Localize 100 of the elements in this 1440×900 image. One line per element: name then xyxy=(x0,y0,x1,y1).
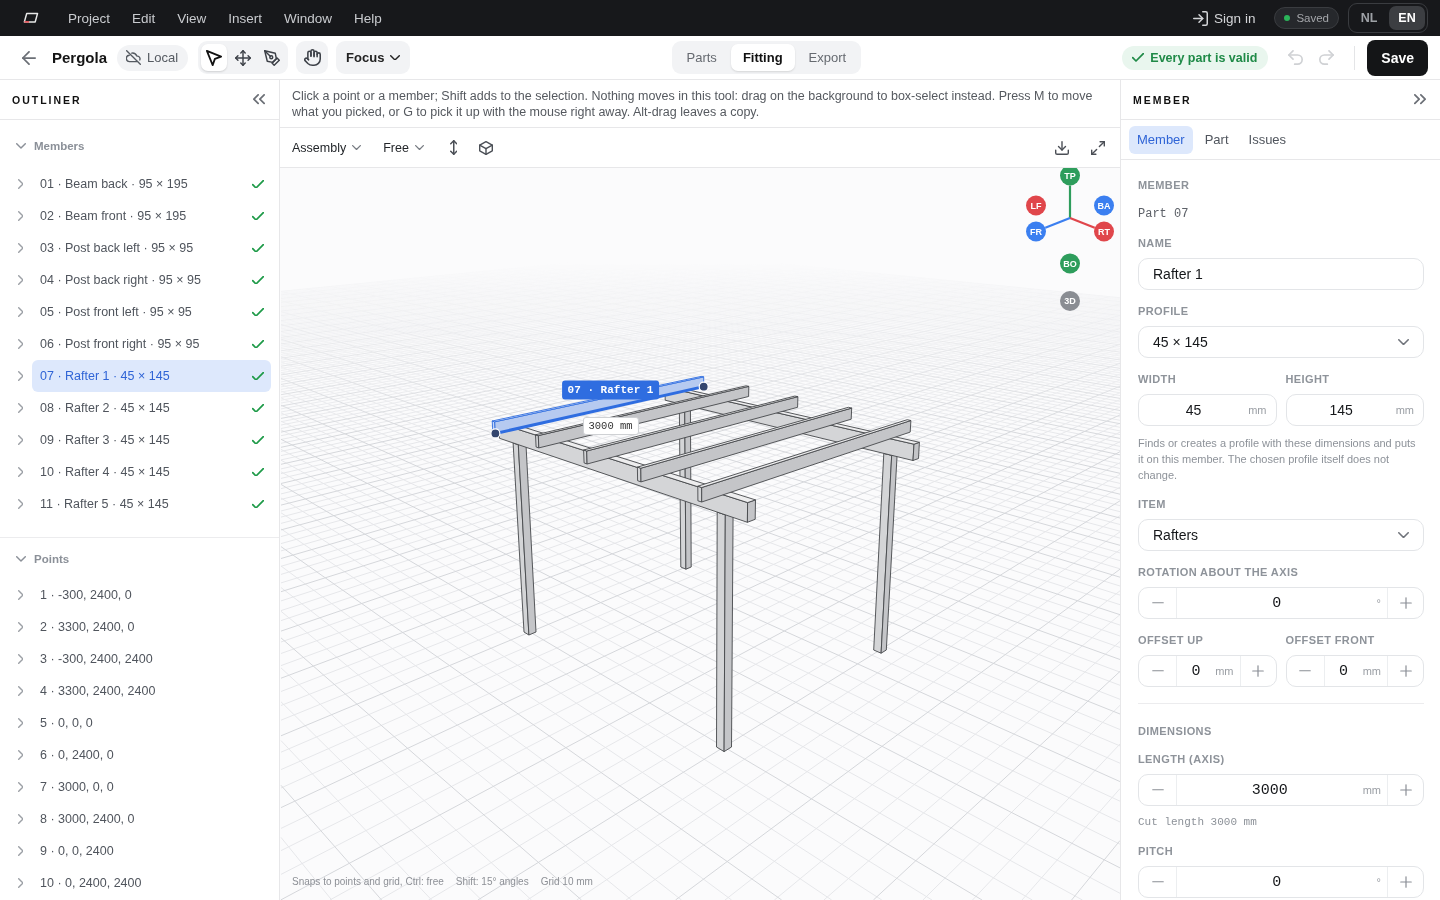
plus-icon xyxy=(1399,784,1412,796)
panel-tab[interactable]: Issues xyxy=(1240,125,1295,154)
menu-item[interactable]: Help xyxy=(354,10,382,26)
outliner-item[interactable]: 8 · 3000, 2400, 0 xyxy=(32,803,271,835)
unit-label: ° xyxy=(1376,876,1382,888)
outliner-item[interactable]: 3 · -300, 2400, 2400 xyxy=(32,643,271,675)
outliner-item[interactable]: 1 · -300, 2400, 0 xyxy=(32,579,271,611)
mode-tab[interactable]: Fitting xyxy=(730,44,795,71)
hand-icon xyxy=(303,49,321,66)
dropdown-field[interactable]: 45 × 145 xyxy=(1138,326,1424,358)
stepper-field[interactable]: 0 ° xyxy=(1138,587,1424,619)
stepper-field[interactable]: 0 mm xyxy=(1138,655,1277,687)
menu-item[interactable]: Insert xyxy=(228,10,263,26)
field-label: NAME xyxy=(1138,236,1173,250)
outliner-item[interactable]: 01 · Beam back · 95 × 195 xyxy=(32,168,271,200)
outliner-item[interactable]: 5 · 0, 0, 0 xyxy=(32,707,271,739)
value-input[interactable]: 3000 xyxy=(1177,781,1363,799)
chevron-down-icon xyxy=(352,144,362,151)
collapse-panel-button[interactable] xyxy=(1414,94,1426,105)
value-input[interactable]: 45 xyxy=(1139,402,1249,418)
fullscreen-button[interactable] xyxy=(1091,140,1105,155)
mode-tab[interactable]: Export xyxy=(796,44,859,71)
value-input[interactable]: 0 xyxy=(1177,873,1377,891)
plus-icon xyxy=(1399,665,1412,677)
dropdown-field[interactable]: Rafters xyxy=(1138,519,1424,551)
plus-icon xyxy=(1399,876,1412,888)
expand-icon xyxy=(1091,140,1105,155)
double-chevron-left-icon xyxy=(253,94,265,105)
outliner-item[interactable]: 08 · Rafter 2 · 45 × 145 xyxy=(32,392,271,424)
outliner-item[interactable]: 10 · Rafter 4 · 45 × 145 xyxy=(32,456,271,488)
view-button[interactable]: FR xyxy=(1026,221,1046,242)
plus-icon xyxy=(1252,665,1264,677)
menu-item[interactable]: Window xyxy=(284,10,333,26)
arrow-left-icon xyxy=(22,50,36,65)
language-button[interactable]: NL xyxy=(1351,6,1387,30)
collapse-panel-button[interactable] xyxy=(253,94,265,105)
outliner-item[interactable]: 06 · Post front right · 95 × 95 xyxy=(32,328,271,360)
box-view-button[interactable] xyxy=(479,140,494,155)
redo-icon xyxy=(1319,50,1335,65)
snap-mode-dropdown[interactable]: Free xyxy=(383,140,424,155)
focus-dropdown[interactable]: Focus xyxy=(336,41,411,74)
field-label: PITCH xyxy=(1138,844,1174,858)
unit-label: mm xyxy=(1395,404,1414,416)
stepper-field[interactable]: 0 mm xyxy=(1285,655,1424,687)
outliner-item[interactable]: 9 · 0, 0, 2400 xyxy=(32,835,271,867)
outliner-item[interactable]: 4 · 3300, 2400, 2400 xyxy=(32,675,271,707)
vertical-axis-button[interactable] xyxy=(449,140,458,155)
pen-tool-icon xyxy=(264,49,281,66)
text-input[interactable]: Rafter 1 xyxy=(1138,258,1424,290)
menu-item[interactable]: View xyxy=(177,10,207,26)
view-mode-dropdown[interactable]: Assembly xyxy=(292,140,362,155)
outliner-item[interactable]: 2 · 3300, 2400, 0 xyxy=(32,611,271,643)
outliner-item[interactable]: 05 · Post front left · 95 × 95 xyxy=(32,296,271,328)
sign-in-button[interactable]: Sign in xyxy=(1193,10,1256,26)
view-button[interactable]: LF xyxy=(1026,195,1046,216)
outliner-item[interactable]: 03 · Post back left · 95 × 95 xyxy=(32,232,271,264)
panel-tab[interactable]: Part xyxy=(1196,125,1237,154)
view-button[interactable]: BA xyxy=(1094,195,1114,216)
unit-label: mm xyxy=(1362,784,1382,796)
outliner-item[interactable]: 09 · Rafter 3 · 45 × 145 xyxy=(32,424,271,456)
sign-in-icon xyxy=(1193,10,1209,26)
mode-tab[interactable]: Parts xyxy=(674,44,729,71)
drag-handle[interactable] xyxy=(698,381,709,392)
value-input[interactable]: 0 xyxy=(1177,594,1377,612)
select-tool-button[interactable] xyxy=(201,44,228,71)
section-heading: DIMENSIONS xyxy=(1138,724,1213,738)
status-hint: Snaps to points and grid, Ctrl: free xyxy=(292,876,444,887)
cut-length-text: Cut length 3000 mm xyxy=(1138,815,1258,830)
back-button[interactable] xyxy=(22,50,36,65)
stepper-field[interactable]: 3000 mm xyxy=(1138,774,1424,806)
number-field[interactable]: 145 mm xyxy=(1285,394,1424,426)
outliner-item[interactable]: 04 · Post back right · 95 × 95 xyxy=(32,264,271,296)
outliner-item[interactable]: 10 · 0, 2400, 2400 xyxy=(32,867,271,899)
outliner-item[interactable]: 07 · Rafter 1 · 45 × 145 xyxy=(32,360,271,392)
drag-handle[interactable] xyxy=(490,428,501,439)
storage-button[interactable]: Local xyxy=(117,44,189,71)
view-button[interactable]: RT xyxy=(1094,221,1114,242)
member-id-text: Part 07 xyxy=(1138,206,1190,222)
save-button[interactable]: Save xyxy=(1367,39,1428,76)
menu-item[interactable]: Edit xyxy=(132,10,156,26)
field-label: ITEM xyxy=(1138,497,1167,511)
outliner-item[interactable]: 11 · Rafter 5 · 45 × 145 xyxy=(32,488,271,520)
panel-tab[interactable]: Member xyxy=(1129,125,1193,154)
value-input[interactable]: 145 xyxy=(1286,402,1396,418)
number-field[interactable]: 45 mm xyxy=(1138,394,1277,426)
double-chevron-right-icon xyxy=(1414,94,1426,105)
selection-tag: 07 · Rafter 1 xyxy=(561,380,660,400)
value-input[interactable]: 0 xyxy=(1324,662,1363,680)
outliner-item[interactable]: 6 · 0, 2400, 0 xyxy=(32,739,271,771)
field-label: OFFSET FRONT xyxy=(1285,633,1376,647)
status-hint: Grid 10 mm xyxy=(540,876,593,887)
menu-item[interactable]: Project xyxy=(68,10,111,26)
stepper-field[interactable]: 0 ° xyxy=(1138,866,1424,898)
unit-label: ° xyxy=(1376,597,1382,609)
language-button[interactable]: EN xyxy=(1389,6,1425,30)
outliner-item[interactable]: 02 · Beam front · 95 × 195 xyxy=(32,200,271,232)
hand-tool-button[interactable] xyxy=(296,41,329,74)
download-button[interactable] xyxy=(1055,140,1069,155)
outliner-item[interactable]: 7 · 3000, 0, 0 xyxy=(32,771,271,803)
value-input[interactable]: 0 xyxy=(1177,662,1216,680)
